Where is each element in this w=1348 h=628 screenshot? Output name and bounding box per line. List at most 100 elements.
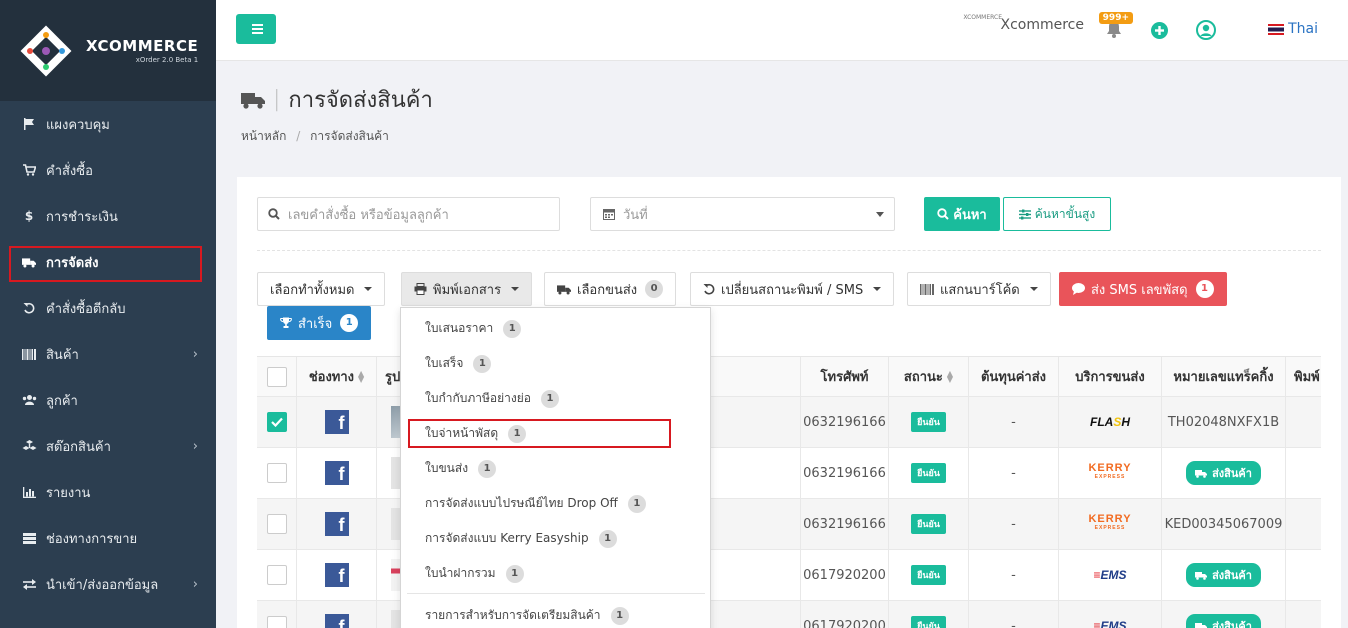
- breadcrumb-current: การจัดส่งสินค้า: [310, 129, 389, 143]
- truck-icon: [1195, 571, 1208, 580]
- print-menu-item[interactable]: ใบกำกับภาษีอย่างย่อ 1: [401, 381, 710, 416]
- caret-down-icon: [1029, 287, 1038, 291]
- comment-icon: [1072, 283, 1085, 295]
- search-icon: [937, 208, 949, 220]
- exchange-icon: [20, 578, 38, 590]
- ship-button[interactable]: ส่งสินค้า: [1186, 614, 1261, 628]
- print-menu-item-count: 1: [610, 606, 629, 625]
- sidebar-item-7[interactable]: ลูกค้า: [0, 377, 216, 423]
- header-phone: โทรศัพท์: [801, 357, 889, 396]
- facebook-icon: f: [324, 410, 349, 434]
- send-sms-tracking-button[interactable]: ส่ง SMS เลขพัสดุ 1: [1059, 272, 1227, 306]
- truck-icon: [241, 92, 265, 109]
- brand-name: XCOMMERCE: [86, 37, 199, 55]
- sort-icon: ▲ ▼: [946, 368, 954, 384]
- select-carrier-button[interactable]: เลือกขนส่ง 0: [544, 272, 677, 306]
- done-button[interactable]: สำเร็จ 1: [267, 306, 372, 340]
- sidebar-item-6[interactable]: สินค้า ›: [0, 331, 216, 377]
- shop-logo: XCOMMERCE: [963, 14, 1002, 21]
- divider: [257, 250, 1321, 251]
- menu-toggle-button[interactable]: [236, 14, 276, 44]
- print-menu-item-count: 1: [505, 564, 524, 583]
- header-status[interactable]: สถานะ ▲ ▼: [889, 357, 969, 396]
- search-input[interactable]: เลขคำสั่งซื้อ หรือข้อมูลลูกค้า: [257, 197, 560, 231]
- printer-icon: [414, 283, 427, 295]
- print-menu-item[interactable]: ใบจ่าหน้าพัสดุ 1: [401, 416, 710, 451]
- select-all-label: เลือกทำทั้งหมด: [270, 282, 355, 298]
- notification-badge: 999+: [1098, 12, 1133, 24]
- row-checkbox[interactable]: [266, 514, 287, 534]
- sliders-icon: [1018, 209, 1031, 219]
- row-checkbox[interactable]: [266, 616, 287, 628]
- scan-barcode-button[interactable]: แสกนบาร์โค้ด: [907, 272, 1051, 306]
- sidebar-item-5[interactable]: คำสั่งซื้อตีกลับ: [0, 285, 216, 331]
- date-select[interactable]: วันที่: [590, 197, 895, 231]
- menu-divider: [407, 593, 705, 594]
- language-selector[interactable]: Thai: [1268, 21, 1318, 37]
- print-menu-item[interactable]: ใบนำฝากรวม 1: [401, 556, 710, 591]
- row-checkbox[interactable]: [266, 412, 287, 432]
- undo-icon: [20, 302, 38, 314]
- plus-circle-icon[interactable]: [1151, 22, 1168, 39]
- print-menu-item-count: 1: [508, 424, 527, 443]
- tracking-number: TH02048NXFX1B: [1167, 414, 1280, 430]
- scan-barcode-label: แสกนบาร์โค้ด: [940, 282, 1020, 298]
- select-all-action-button[interactable]: เลือกทำทั้งหมด: [257, 272, 386, 306]
- sidebar-item-label: รายงาน: [46, 485, 91, 501]
- header-tracking-label: หมายเลขแทร็คกิ้ง: [1173, 370, 1274, 385]
- shop-name[interactable]: Xcommerce: [1000, 17, 1084, 33]
- print-menu-item-label: ใบขนส่ง: [425, 461, 469, 475]
- sidebar-item-11[interactable]: นำเข้า/ส่งออกข้อมูล ›: [0, 561, 216, 607]
- phone-number: 0632196166: [803, 414, 886, 430]
- status-badge: ยืนยัน: [911, 565, 946, 585]
- row-checkbox[interactable]: [266, 463, 287, 483]
- print-menu-item-label: การจัดส่งแบบไปรษณีย์ไทย Drop Off: [425, 496, 618, 510]
- print-menu-item[interactable]: ใบเสร็จ 1: [401, 346, 710, 381]
- search-button-label: ค้นหา: [953, 207, 987, 223]
- sidebar-item-10[interactable]: ช่องทางการขาย: [0, 515, 216, 561]
- ship-button[interactable]: ส่งสินค้า: [1186, 563, 1261, 587]
- sidebar-item-label: คำสั่งซื้อตีกลับ: [46, 301, 126, 317]
- channels-icon: [20, 532, 38, 544]
- print-menu-item[interactable]: การจัดส่งแบบไปรษณีย์ไทย Drop Off 1: [401, 486, 710, 521]
- sidebar-nav: แผงควบคุม คำสั่งซื้อ $ การชำระเงินการจัดส่ง…: [0, 101, 216, 607]
- page-title: | การจัดส่งสินค้า: [241, 82, 433, 117]
- date-placeholder: วันที่: [623, 207, 648, 223]
- user-circle-icon[interactable]: [1196, 20, 1216, 40]
- print-documents-button[interactable]: พิมพ์เอกสาร: [401, 272, 533, 306]
- advanced-search-button[interactable]: ค้นหาขั้นสูง: [1003, 197, 1111, 231]
- users-icon: [20, 394, 38, 406]
- brand[interactable]: XCOMMERCE xOrder 2.0 Beta 1: [0, 0, 216, 101]
- sidebar-item-label: การจัดส่ง: [46, 255, 99, 271]
- sidebar-item-8[interactable]: สต๊อกสินค้า ›: [0, 423, 216, 469]
- ship-button-label: ส่งสินค้า: [1212, 620, 1252, 628]
- print-menu-item[interactable]: รายการสำหรับการจัดเตรียมสินค้า 1: [401, 598, 710, 628]
- sidebar-item-9[interactable]: รายงาน: [0, 469, 216, 515]
- sidebar: XCOMMERCE xOrder 2.0 Beta 1 แผงควบคุม คำส…: [0, 0, 216, 628]
- sidebar-item-1[interactable]: แผงควบคุม: [0, 101, 216, 147]
- phone-number: 0617920200: [803, 567, 886, 583]
- header-channel[interactable]: ช่องทาง ▲ ▼: [297, 357, 377, 396]
- sidebar-item-2[interactable]: คำสั่งซื้อ: [0, 147, 216, 193]
- print-menu-item-label: ใบนำฝากรวม: [425, 566, 496, 580]
- phone-number: 0632196166: [803, 516, 886, 532]
- row-checkbox[interactable]: [266, 565, 287, 585]
- sidebar-item-4[interactable]: การจัดส่ง: [0, 239, 216, 285]
- change-print-status-button[interactable]: เปลี่ยนสถานะพิมพ์ / SMS: [690, 272, 895, 306]
- select-all-checkbox[interactable]: [266, 366, 287, 387]
- print-menu-item[interactable]: ใบเสนอราคา 1: [401, 311, 710, 346]
- breadcrumb-home[interactable]: หน้าหลัก: [241, 129, 286, 143]
- sidebar-item-label: ลูกค้า: [46, 393, 78, 409]
- bar-chart-icon: [20, 486, 38, 498]
- print-menu-item[interactable]: ใบขนส่ง 1: [401, 451, 710, 486]
- ship-button-label: ส่งสินค้า: [1212, 569, 1252, 582]
- brand-version: xOrder 2.0 Beta 1: [135, 56, 199, 64]
- caret-down-icon: [364, 287, 373, 291]
- ship-button[interactable]: ส่งสินค้า: [1186, 461, 1261, 485]
- print-menu-item-count: 1: [478, 459, 497, 478]
- print-menu-item[interactable]: การจัดส่งแบบ Kerry Easyship 1: [401, 521, 710, 556]
- sidebar-item-3[interactable]: $ การชำระเงิน: [0, 193, 216, 239]
- search-button[interactable]: ค้นหา: [924, 197, 1000, 231]
- tracking-number: KED00345067009: [1164, 516, 1283, 532]
- barcode-icon: [20, 348, 38, 360]
